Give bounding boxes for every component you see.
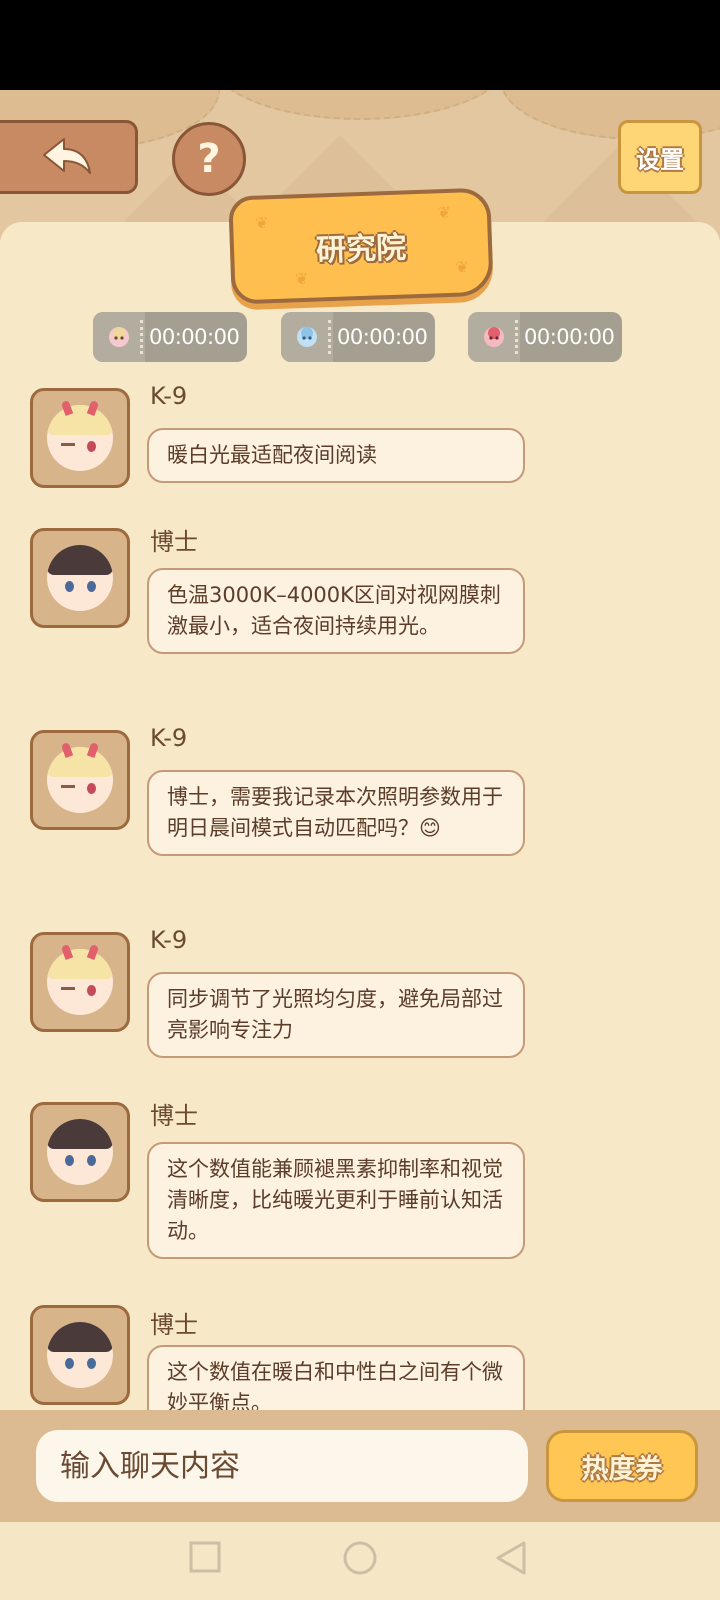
timer-slot-3[interactable]: 00:00:00	[468, 312, 622, 362]
chat-input[interactable]	[36, 1430, 528, 1502]
help-button[interactable]: ?	[172, 122, 246, 196]
sender-name: K-9	[150, 724, 188, 752]
chat-message: K-9 博士，需要我记录本次照明参数用于明日晨间模式自动匹配吗？😊	[30, 724, 550, 890]
settings-label: 设置	[636, 145, 684, 174]
back-button[interactable]	[0, 120, 138, 194]
sender-name: K-9	[150, 382, 188, 410]
timer-slot-2[interactable]: 00:00:00	[281, 312, 435, 362]
blue-character-icon	[281, 312, 333, 362]
message-bubble: 色温3000K–4000K区间对视网膜刺激最小，适合夜间持续用光。	[147, 568, 525, 654]
red-character-icon	[468, 312, 520, 362]
leaf-icon: ❦	[294, 268, 309, 289]
timer-value: 00:00:00	[337, 325, 428, 349]
chat-message: 博士 这个数值能兼顾褪黑素抑制率和视觉清晰度，比纯暖光更利于睡前认知活动。	[30, 1102, 550, 1262]
message-bubble: 这个数值能兼顾褪黑素抑制率和视觉清晰度，比纯暖光更利于睡前认知活动。	[147, 1142, 525, 1259]
status-bar	[0, 0, 720, 90]
chat-message: 博士 色温3000K–4000K区间对视网膜刺激最小，适合夜间持续用光。	[30, 528, 550, 688]
timer-value: 00:00:00	[524, 325, 615, 349]
sender-name: K-9	[150, 926, 188, 954]
message-bubble: 同步调节了光照均匀度，避免局部过亮影响专注力	[147, 972, 525, 1058]
back-nav-icon[interactable]	[494, 1540, 528, 1576]
chat-message: K-9 暖白光最适配夜间阅读	[30, 382, 550, 488]
sender-name: 博士	[150, 528, 198, 556]
message-bubble: 暖白光最适配夜间阅读	[147, 428, 525, 483]
message-bubble: 这个数值在暖白和中性白之间有个微妙平衡点。	[147, 1345, 525, 1415]
back-arrow-icon	[42, 138, 91, 174]
heat-ticket-label: 热度券	[581, 1453, 663, 1485]
system-nav-bar	[0, 1522, 720, 1600]
sender-name: 博士	[150, 1102, 198, 1130]
heat-ticket-button[interactable]: 热度券	[546, 1430, 698, 1502]
avatar-k9[interactable]	[30, 932, 130, 1032]
avatar-k9[interactable]	[30, 730, 130, 830]
avatar-doctor[interactable]	[30, 528, 130, 628]
leaf-icon: ❦	[455, 257, 470, 277]
home-icon[interactable]	[342, 1540, 378, 1576]
settings-button[interactable]: 设置	[618, 120, 702, 194]
pink-character-icon	[93, 312, 145, 362]
avatar-doctor[interactable]	[30, 1305, 130, 1405]
chat-message: K-9 同步调节了光照均匀度，避免局部过亮影响专注力	[30, 926, 550, 1062]
leaf-icon: ❦	[437, 202, 452, 223]
title-banner: ❦ ❦ ❦ ❦ 研究院	[228, 187, 494, 305]
recent-apps-icon[interactable]	[188, 1540, 222, 1574]
avatar-doctor[interactable]	[30, 1102, 130, 1202]
chat-message: 博士 这个数值在暖白和中性白之间有个微妙平衡点。	[30, 1305, 550, 1415]
leaf-icon: ❦	[254, 213, 269, 233]
avatar-k9[interactable]	[30, 388, 130, 488]
message-bubble: 博士，需要我记录本次照明参数用于明日晨间模式自动匹配吗？😊	[147, 770, 525, 856]
timer-slot-1[interactable]: 00:00:00	[93, 312, 247, 362]
page-title: 研究院	[315, 230, 407, 269]
timer-value: 00:00:00	[149, 325, 240, 349]
sender-name: 博士	[150, 1311, 198, 1339]
help-icon: ?	[197, 136, 221, 182]
